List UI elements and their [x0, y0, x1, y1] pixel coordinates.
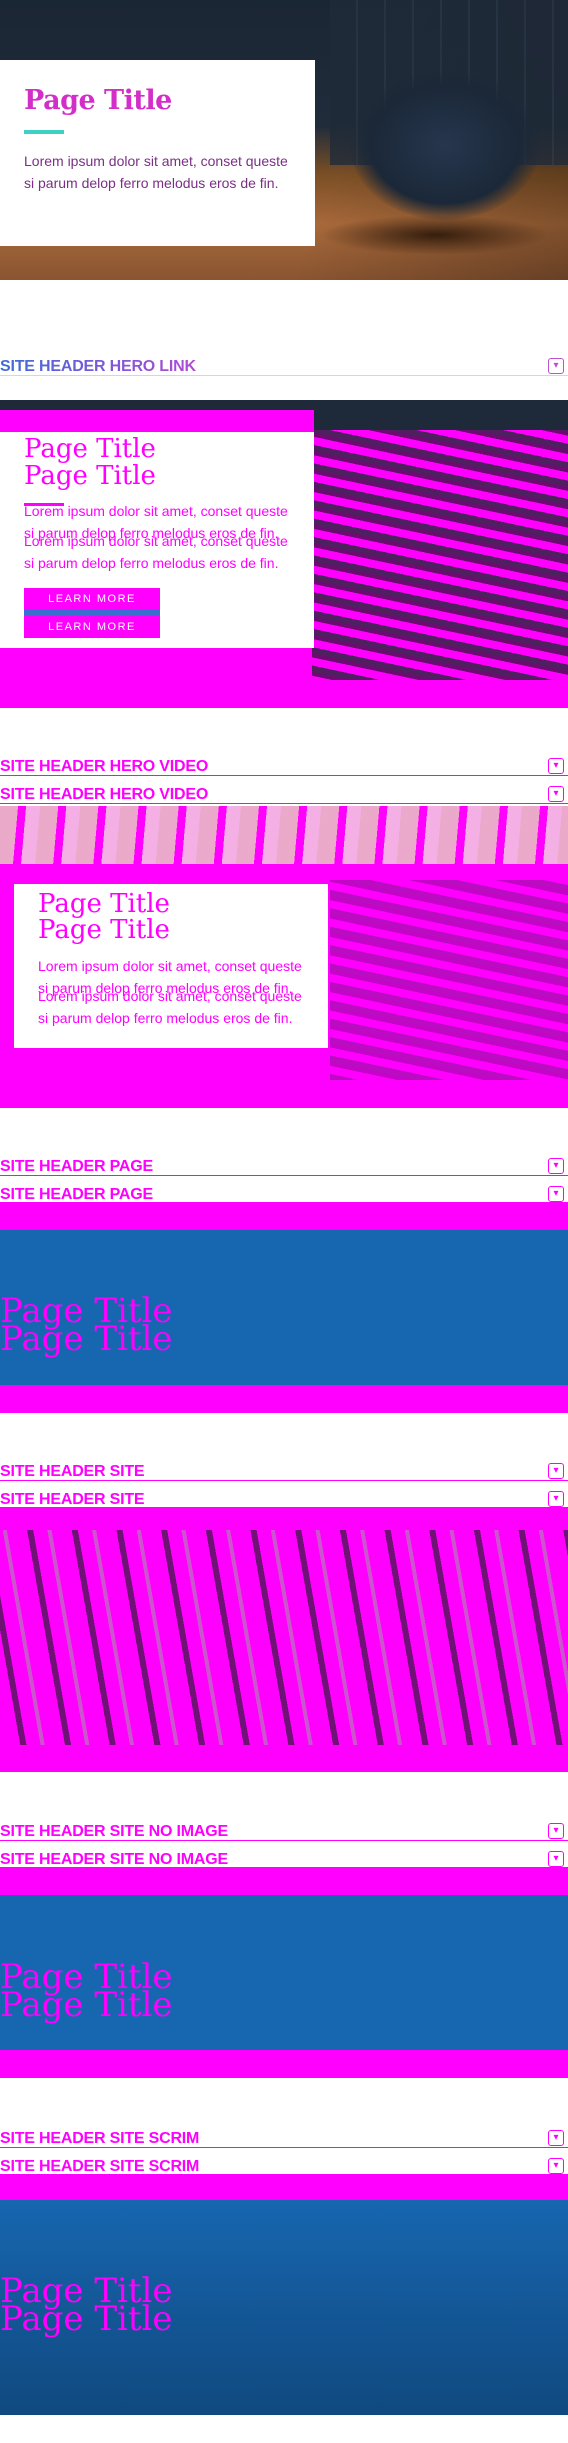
- section-label: SITE HEADER SITE SCRIM: [0, 2130, 200, 2147]
- hero-card: Page Title Lorem ipsum dolor sit amet, c…: [0, 60, 315, 246]
- chevron-down-icon[interactable]: ▾: [548, 1491, 564, 1507]
- page-title: Page Title: [24, 434, 156, 464]
- hero-video-sky-noise: [0, 806, 568, 864]
- hero-body-text-echo: Lorem ipsum dolor sit amet, conset quest…: [38, 988, 302, 1026]
- section-label: SITE HEADER PAGE: [0, 1158, 153, 1175]
- section-header-hero-video[interactable]: SITE HEADER HERO VIDEO ▾: [0, 758, 568, 776]
- chevron-down-icon[interactable]: ▾: [548, 2130, 564, 2146]
- page-header-top-band: [0, 1202, 568, 1230]
- site-no-image-bottom-band: [0, 2050, 568, 2078]
- chevron-down-icon[interactable]: ▾: [548, 758, 564, 774]
- page-title: Page Title: [24, 85, 172, 116]
- section-label: SITE HEADER HERO VIDEO: [0, 758, 209, 775]
- page-header-bottom-band: [0, 1385, 568, 1413]
- site-header-image-noise: [0, 1530, 568, 1745]
- section-label: SITE HEADER SITE NO IMAGE: [0, 1823, 228, 1840]
- page-title-echo: Page Title: [38, 915, 170, 945]
- hero-body-text-echo: Lorem ipsum dolor sit amet, conset quest…: [24, 533, 288, 571]
- section-header-site-scrim[interactable]: SITE HEADER SITE SCRIM ▾: [0, 2130, 568, 2148]
- page-title-echo: Page Title: [0, 2299, 173, 2339]
- page-title: Page Title: [38, 889, 170, 919]
- hero-link-card-band: [0, 410, 314, 432]
- chevron-down-icon[interactable]: ▾: [548, 2158, 564, 2174]
- dancer-figure: [350, 70, 540, 220]
- title-accent-rule: [24, 130, 64, 134]
- section-header-page[interactable]: SITE HEADER PAGE ▾: [0, 1158, 568, 1176]
- chevron-down-icon[interactable]: ▾: [548, 1823, 564, 1839]
- learn-more-button-echo[interactable]: LEARN MORE: [24, 616, 160, 638]
- chevron-down-icon[interactable]: ▾: [548, 1158, 564, 1174]
- section-header-hero-video-echo[interactable]: SITE HEADER HERO VIDEO ▾: [0, 786, 568, 804]
- page-title-echo: Page Title: [0, 1985, 173, 2025]
- learn-more-group[interactable]: LEARN MORE LEARN MORE: [24, 588, 160, 638]
- section-header-site[interactable]: SITE HEADER SITE ▾: [0, 1463, 568, 1481]
- section-label: SITE HEADER HERO LINK: [0, 358, 196, 375]
- chevron-down-icon[interactable]: ▾: [548, 786, 564, 802]
- hero-link-bottom: [0, 680, 568, 708]
- site-no-image-top-band: [0, 1867, 568, 1895]
- chevron-down-icon[interactable]: ▾: [548, 358, 564, 374]
- learn-more-button[interactable]: LEARN MORE: [24, 588, 160, 610]
- hero-body-text: Lorem ipsum dolor sit amet, conset quest…: [24, 153, 288, 191]
- hero-link-image-noise: [312, 400, 568, 690]
- site-scrim-top-band: [0, 2174, 568, 2200]
- page-title-echo: Page Title: [0, 1319, 173, 1359]
- chevron-down-icon[interactable]: ▾: [548, 1186, 564, 1202]
- hero-video-image-noise: [330, 880, 568, 1080]
- page-title-echo: Page Title: [24, 461, 156, 491]
- chevron-down-icon[interactable]: ▾: [548, 1463, 564, 1479]
- floor-shadow: [320, 215, 550, 255]
- section-label: SITE HEADER HERO VIDEO: [0, 786, 209, 803]
- chevron-down-icon[interactable]: ▾: [548, 1851, 564, 1867]
- section-label: SITE HEADER SITE: [0, 1463, 145, 1480]
- section-header-site-no-image[interactable]: SITE HEADER SITE NO IMAGE ▾: [0, 1823, 568, 1841]
- section-header-hero-link[interactable]: SITE HEADER HERO LINK ▾: [0, 358, 568, 376]
